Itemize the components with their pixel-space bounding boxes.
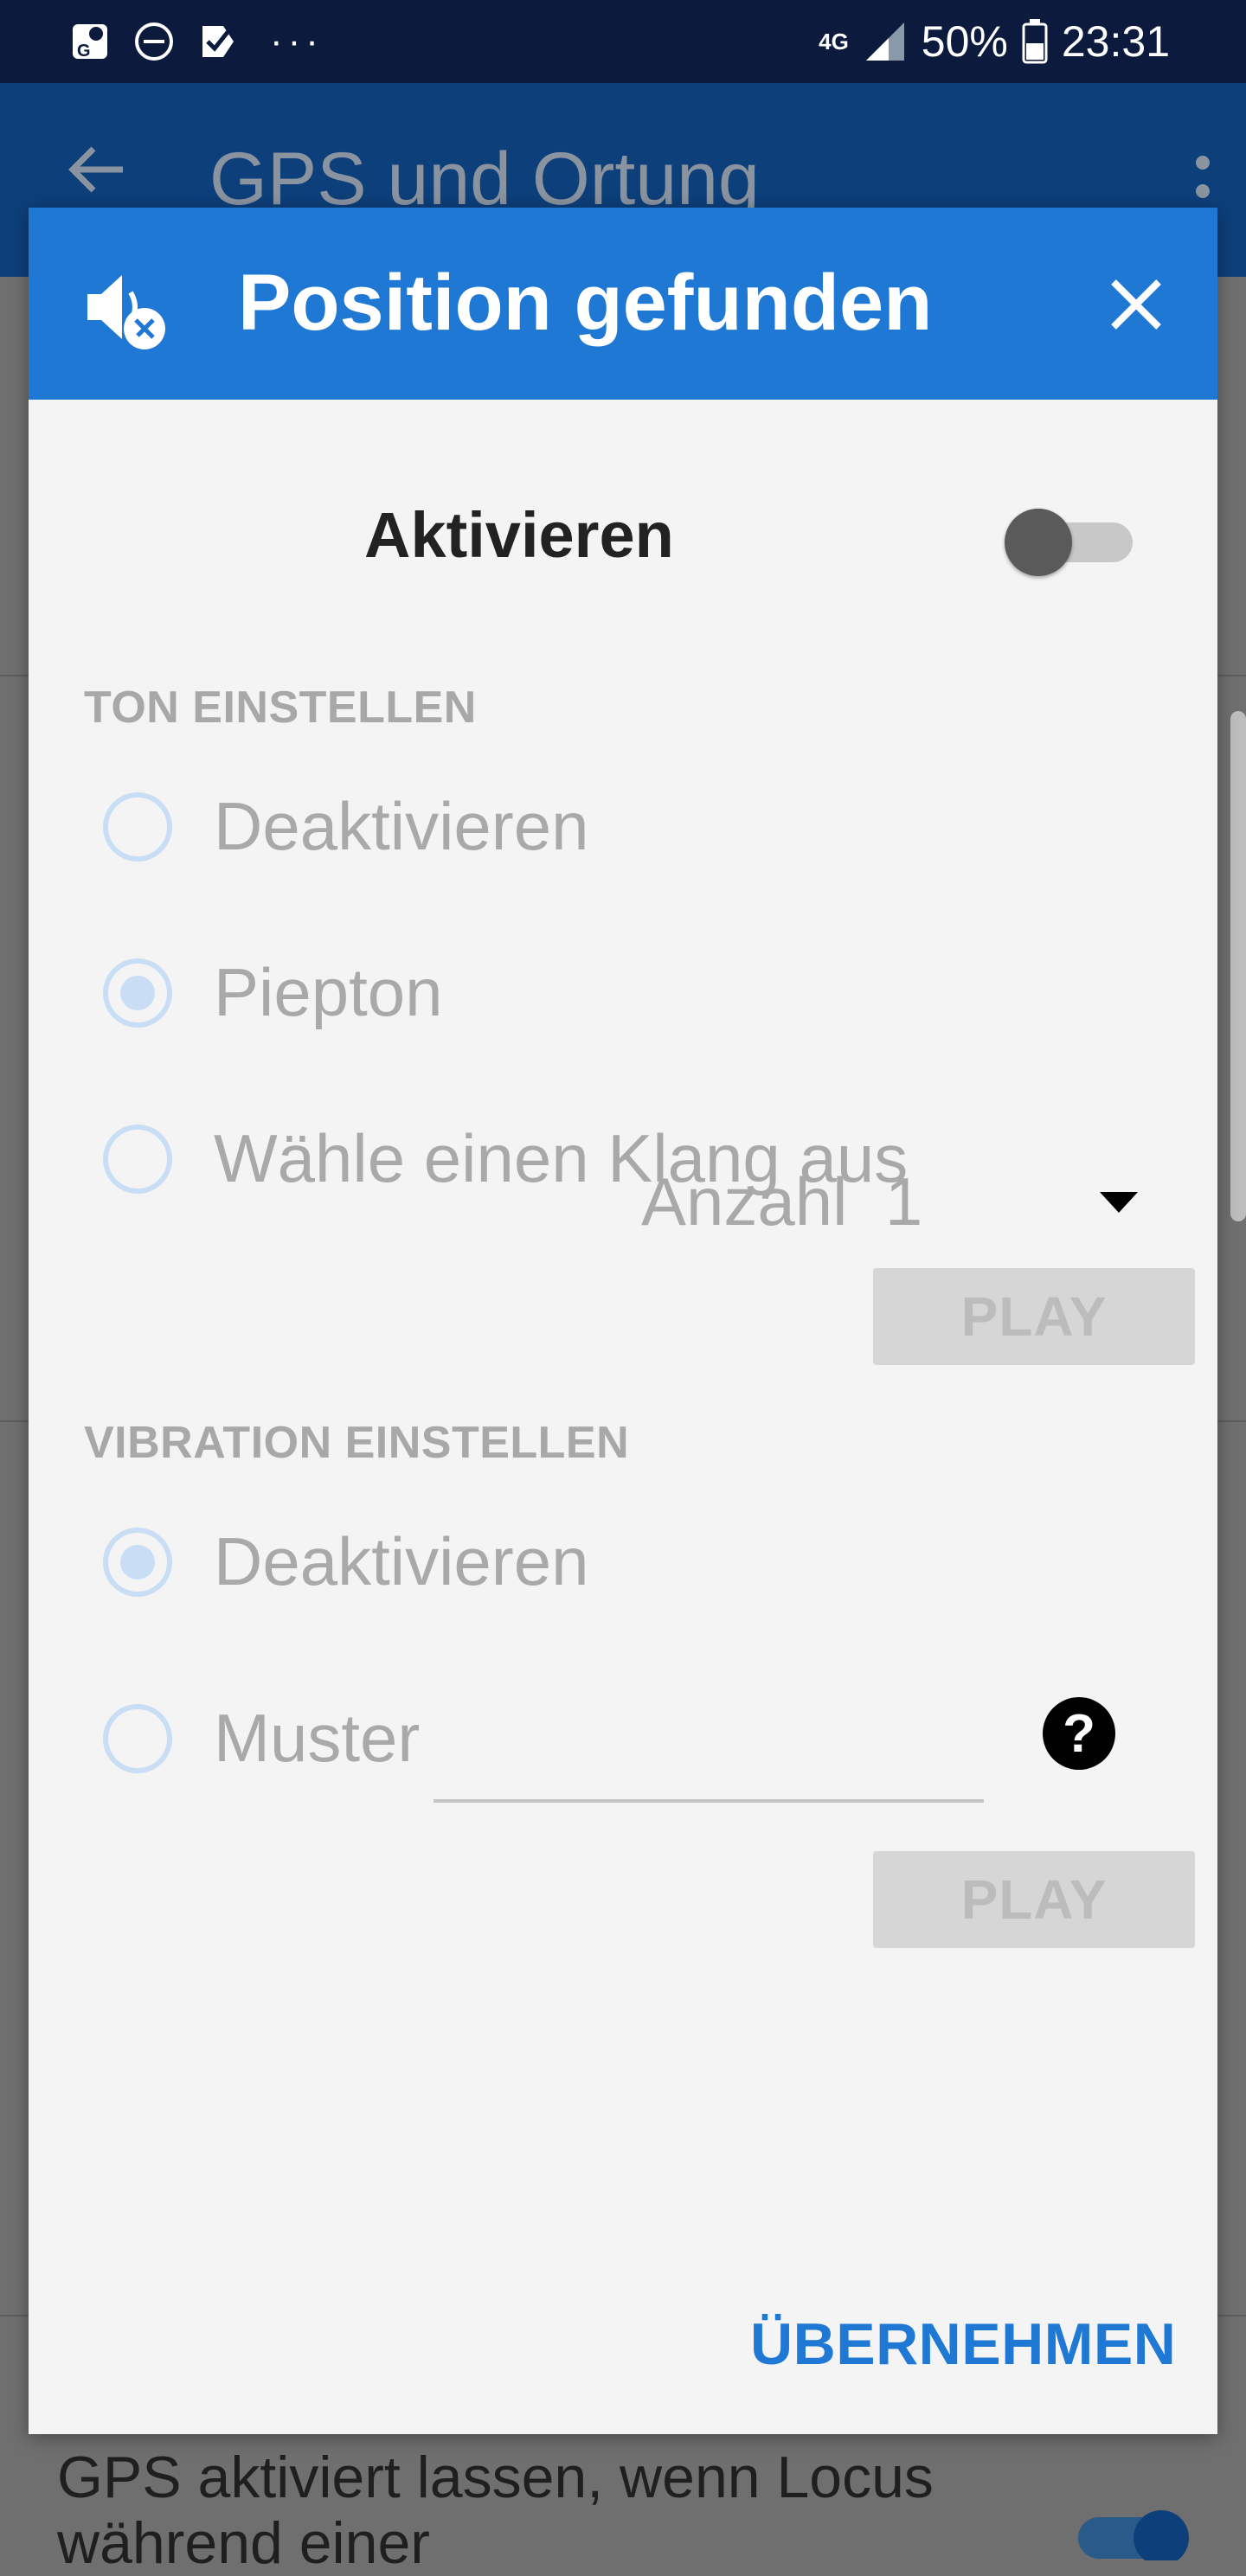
sound-notification-icon <box>80 260 176 355</box>
vibration-option-deactivate[interactable]: Deaktivieren <box>103 1522 589 1601</box>
sound-option-choose[interactable]: Wähle einen Klang aus <box>103 1119 908 1198</box>
status-right: 4G 50% 23:31 <box>819 14 1170 69</box>
svg-text:G: G <box>77 42 91 61</box>
radio-button-selected[interactable] <box>103 958 172 1028</box>
radio-button[interactable] <box>103 1703 172 1773</box>
sound-section-title: TON EINSTELLEN <box>84 682 477 733</box>
radio-button[interactable] <box>103 791 172 862</box>
radio-label: Deaktivieren <box>214 1523 589 1599</box>
toggle-thumb <box>1005 509 1072 576</box>
vibration-play-button[interactable]: PLAY <box>873 1851 1195 1948</box>
radio-label: Piepton <box>214 954 443 1030</box>
radio-label: Muster <box>214 1700 421 1776</box>
status-bar: G ··· 4G 50% 23:31 <box>0 0 1246 83</box>
sound-option-beep[interactable]: Piepton <box>103 953 443 1032</box>
vibration-option-pattern[interactable]: Muster <box>103 1699 420 1778</box>
sound-play-button[interactable]: PLAY <box>873 1268 1195 1365</box>
clock: 23:31 <box>1061 17 1170 66</box>
dialog-header: Position gefunden <box>29 208 1217 400</box>
apply-button[interactable]: ÜBERNEHMEN <box>745 2310 1181 2379</box>
battery-icon <box>1022 19 1048 64</box>
background-setting-text: GPS aktiviert lassen, wenn Locus während… <box>57 2445 934 2576</box>
radio-label: Deaktivieren <box>214 788 589 864</box>
radio-label: Wähle einen Klang aus <box>214 1120 909 1196</box>
network-type: 4G <box>819 28 849 54</box>
status-left-icons: G ··· <box>69 16 324 67</box>
signal-icon <box>865 22 904 61</box>
more-notifications-icon: ··· <box>270 20 324 62</box>
pattern-input[interactable] <box>434 1799 984 1803</box>
background-toggle[interactable] <box>1078 2509 1199 2566</box>
dropdown-arrow-icon[interactable] <box>1100 1192 1138 1213</box>
sound-option-deactivate[interactable]: Deaktivieren <box>103 787 589 866</box>
check-icon <box>197 21 239 62</box>
maps-icon: G <box>69 21 111 62</box>
back-arrow-icon[interactable] <box>62 135 132 204</box>
scrollbar[interactable] <box>1230 711 1246 1221</box>
battery-percent: 50% <box>921 17 1008 66</box>
help-icon[interactable]: ? <box>1043 1697 1115 1770</box>
radio-button-selected[interactable] <box>103 1527 172 1597</box>
activate-label: Aktivieren <box>364 499 674 571</box>
dialog-title: Position gefunden <box>238 259 933 347</box>
dnd-icon <box>133 21 175 62</box>
radio-button[interactable] <box>103 1124 172 1194</box>
position-found-dialog: Position gefunden Aktivieren TON EINSTEL… <box>29 208 1217 2434</box>
activate-toggle[interactable] <box>998 502 1145 580</box>
close-icon[interactable] <box>1101 270 1171 339</box>
vibration-section-title: VIBRATION EINSTELLEN <box>84 1418 630 1468</box>
